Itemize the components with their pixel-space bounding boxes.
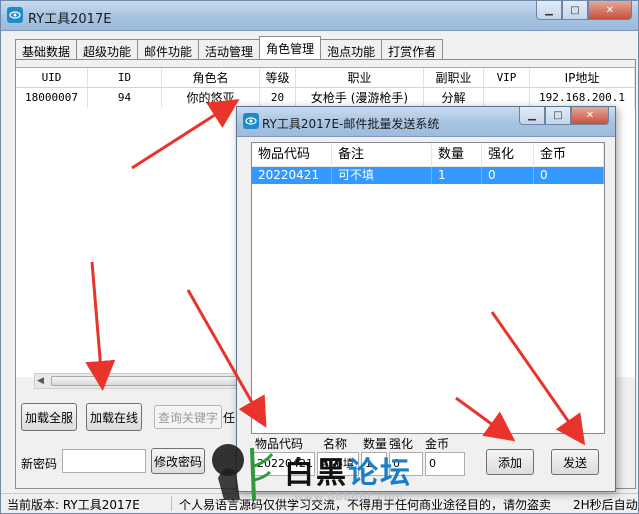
col-vip[interactable]: VIP (484, 68, 530, 87)
main-title: RY工具2017E (28, 12, 112, 27)
status-tail: 2H秒后自动 (573, 498, 637, 512)
col-ip[interactable]: IP地址 (530, 68, 635, 87)
close-icon: ✕ (605, 4, 615, 16)
grid-horizontal-scrollbar[interactable]: ◀ (34, 373, 269, 389)
col-class[interactable]: 职业 (296, 68, 424, 87)
minimize-icon: ▁ (528, 110, 536, 121)
dialog-maximize-button[interactable]: □ (545, 107, 571, 125)
col-uid[interactable]: UID (16, 68, 88, 87)
tab-event-management[interactable]: 活动管理 (198, 39, 261, 59)
maximize-icon: □ (570, 4, 580, 16)
dialog-minimize-button[interactable]: ▁ (519, 107, 545, 125)
maximize-button[interactable]: □ (562, 1, 588, 20)
form-label-name: 名称 (323, 437, 348, 451)
dialog-close-button[interactable]: ✕ (571, 107, 609, 125)
tab-bubble-points[interactable]: 泡点功能 (320, 39, 383, 59)
app-eye-icon (7, 7, 23, 23)
status-notice: 个人易语言源码仅供学习交流，不得用于任何商业途径目的，请勿盗卖 (179, 498, 552, 512)
dialog-eye-icon (243, 113, 259, 129)
tab-mail-functions[interactable]: 邮件功能 (137, 39, 200, 59)
new-password-label: 新密码 (21, 457, 58, 471)
status-version: 当前版本: RY工具2017E (7, 498, 140, 512)
cell-vip (484, 88, 530, 108)
col-item-code[interactable]: 物品代码 (252, 143, 332, 166)
status-separator (171, 496, 172, 511)
item-qty-input[interactable]: 1 (361, 452, 387, 476)
item-note-cell: 可不填 (332, 167, 432, 184)
col-gold[interactable]: 金币 (534, 143, 604, 166)
cell-sub-class: 分解 (424, 88, 484, 108)
item-code-input[interactable]: 20220421 (253, 452, 315, 476)
cell-uid: 18000007 (16, 88, 88, 108)
scroll-thumb[interactable] (51, 376, 241, 386)
col-strength[interactable]: 强化 (482, 143, 534, 166)
tab-donate-author[interactable]: 打赏作者 (381, 39, 444, 59)
item-qty-cell: 1 (432, 167, 482, 184)
col-note[interactable]: 备注 (332, 143, 432, 166)
item-strength-cell: 0 (482, 167, 534, 184)
modify-password-button[interactable]: 修改密码 (151, 448, 205, 474)
maximize-icon: □ (553, 110, 563, 121)
cell-class: 女枪手 (漫游枪手) (296, 88, 424, 108)
form-label-item-code: 物品代码 (255, 437, 304, 451)
tab-super-functions[interactable]: 超级功能 (76, 39, 139, 59)
form-label-gold: 金币 (425, 437, 450, 451)
close-button[interactable]: ✕ (588, 1, 632, 20)
status-bar: 当前版本: RY工具2017E 个人易语言源码仅供学习交流，不得用于任何商业途径… (1, 493, 638, 513)
item-list[interactable]: 物品代码 备注 数量 强化 金币 20220421 可不填 1 0 0 (251, 142, 605, 434)
main-tabs: 基础数据 超级功能 邮件功能 活动管理 角色管理 泡点功能 打赏作者 (15, 36, 444, 59)
close-icon: ✕ (585, 110, 595, 121)
main-caption-buttons: ▁ □ ✕ (536, 1, 632, 20)
col-sub-class[interactable]: 副职业 (424, 68, 484, 87)
dialog-title: RY工具2017E-邮件批量发送系统 (262, 117, 440, 131)
minimize-icon: ▁ (545, 4, 553, 16)
list-item[interactable]: 20220421 可不填 1 0 0 (252, 167, 604, 184)
mail-batch-dialog: RY工具2017E-邮件批量发送系统 ▁ □ ✕ 物品代码 备注 数量 强化 金… (236, 106, 616, 492)
dialog-titlebar[interactable]: RY工具2017E-邮件批量发送系统 ▁ □ ✕ (237, 107, 615, 137)
col-id[interactable]: ID (88, 68, 162, 87)
add-button[interactable]: 添加 (486, 449, 534, 475)
item-list-header: 物品代码 备注 数量 强化 金币 (252, 143, 604, 167)
form-label-strength: 强化 (389, 437, 414, 451)
table-row[interactable]: 18000007 94 你的悠亚 20 女枪手 (漫游枪手) 分解 192.16… (16, 88, 635, 108)
role-grid-header: UID ID 角色名 等级 职业 副职业 VIP IP地址 (16, 68, 635, 88)
dialog-caption-buttons: ▁ □ ✕ (519, 107, 609, 125)
send-button[interactable]: 发送 (551, 449, 599, 475)
any-label: 任 (223, 411, 236, 425)
tab-basic-data[interactable]: 基础数据 (15, 39, 78, 59)
item-strength-input[interactable]: 0 (389, 452, 423, 476)
cell-level: 20 (260, 88, 296, 108)
scroll-left-icon[interactable]: ◀ (37, 376, 44, 386)
item-code-cell: 20220421 (252, 167, 332, 184)
minimize-button[interactable]: ▁ (536, 1, 562, 20)
form-label-quantity: 数量 (363, 437, 388, 451)
item-name-input[interactable]: 可不填 (317, 452, 359, 476)
load-online-button[interactable]: 加载在线 (86, 403, 142, 431)
col-level[interactable]: 等级 (260, 68, 296, 87)
item-gold-cell: 0 (534, 167, 604, 184)
tab-role-management[interactable]: 角色管理 (259, 36, 322, 59)
item-gold-input[interactable]: 0 (425, 452, 465, 476)
col-quantity[interactable]: 数量 (432, 143, 482, 166)
cell-id: 94 (88, 88, 162, 108)
load-all-button[interactable]: 加载全服 (21, 403, 77, 431)
new-password-input[interactable] (62, 449, 146, 473)
query-keyword-button[interactable]: 查询关键字 (154, 405, 222, 429)
cell-ip: 192.168.200.1 (530, 88, 635, 108)
main-titlebar[interactable]: RY工具2017E ▁ □ ✕ (1, 1, 638, 31)
cell-role-name: 你的悠亚 (162, 88, 260, 108)
col-role-name[interactable]: 角色名 (162, 68, 260, 87)
